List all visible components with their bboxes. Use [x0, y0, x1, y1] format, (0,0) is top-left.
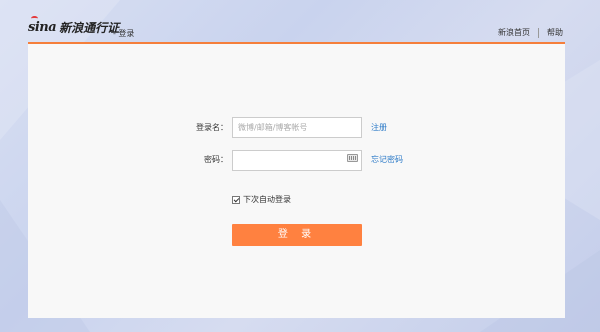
keyboard-icon[interactable] [347, 154, 358, 162]
sina-home-link[interactable]: 新浪首页 [498, 27, 530, 38]
sina-logo[interactable]: sina 新浪通行证 [28, 16, 120, 36]
sina-logo-mark: sina [28, 16, 57, 35]
logo-text: 新浪通行证 [59, 21, 120, 35]
username-label: 登录名： [196, 123, 228, 132]
checkbox-checked-icon[interactable] [232, 195, 240, 204]
forgot-password-link[interactable]: 忘记密码 [371, 154, 403, 165]
help-link[interactable]: 帮助 [547, 27, 563, 38]
logo-mark-text: sina [28, 20, 57, 35]
password-row: 密码： 忘记密码 [168, 148, 403, 171]
sina-eye-icon [31, 16, 38, 21]
password-input[interactable] [232, 150, 362, 171]
password-label: 密码： [204, 155, 228, 164]
password-field-wrap [232, 148, 362, 171]
link-divider [538, 27, 539, 38]
username-row: 登录名： 注册 [168, 117, 387, 138]
remember-label: 下次自动登录 [243, 195, 291, 204]
login-button[interactable]: 登 录 [232, 224, 362, 246]
header: sina 新浪通行证 - 登录 新浪首页 帮助 [28, 0, 565, 42]
remember-me[interactable]: 下次自动登录 [232, 194, 291, 205]
login-panel: 登录名： 注册 密码： 忘记密码 下次自动登录 登 录 [28, 42, 565, 318]
username-input[interactable] [232, 117, 362, 138]
register-link[interactable]: 注册 [371, 122, 387, 133]
page-subtitle: - 登录 [113, 29, 135, 38]
top-links: 新浪首页 帮助 [498, 27, 563, 38]
